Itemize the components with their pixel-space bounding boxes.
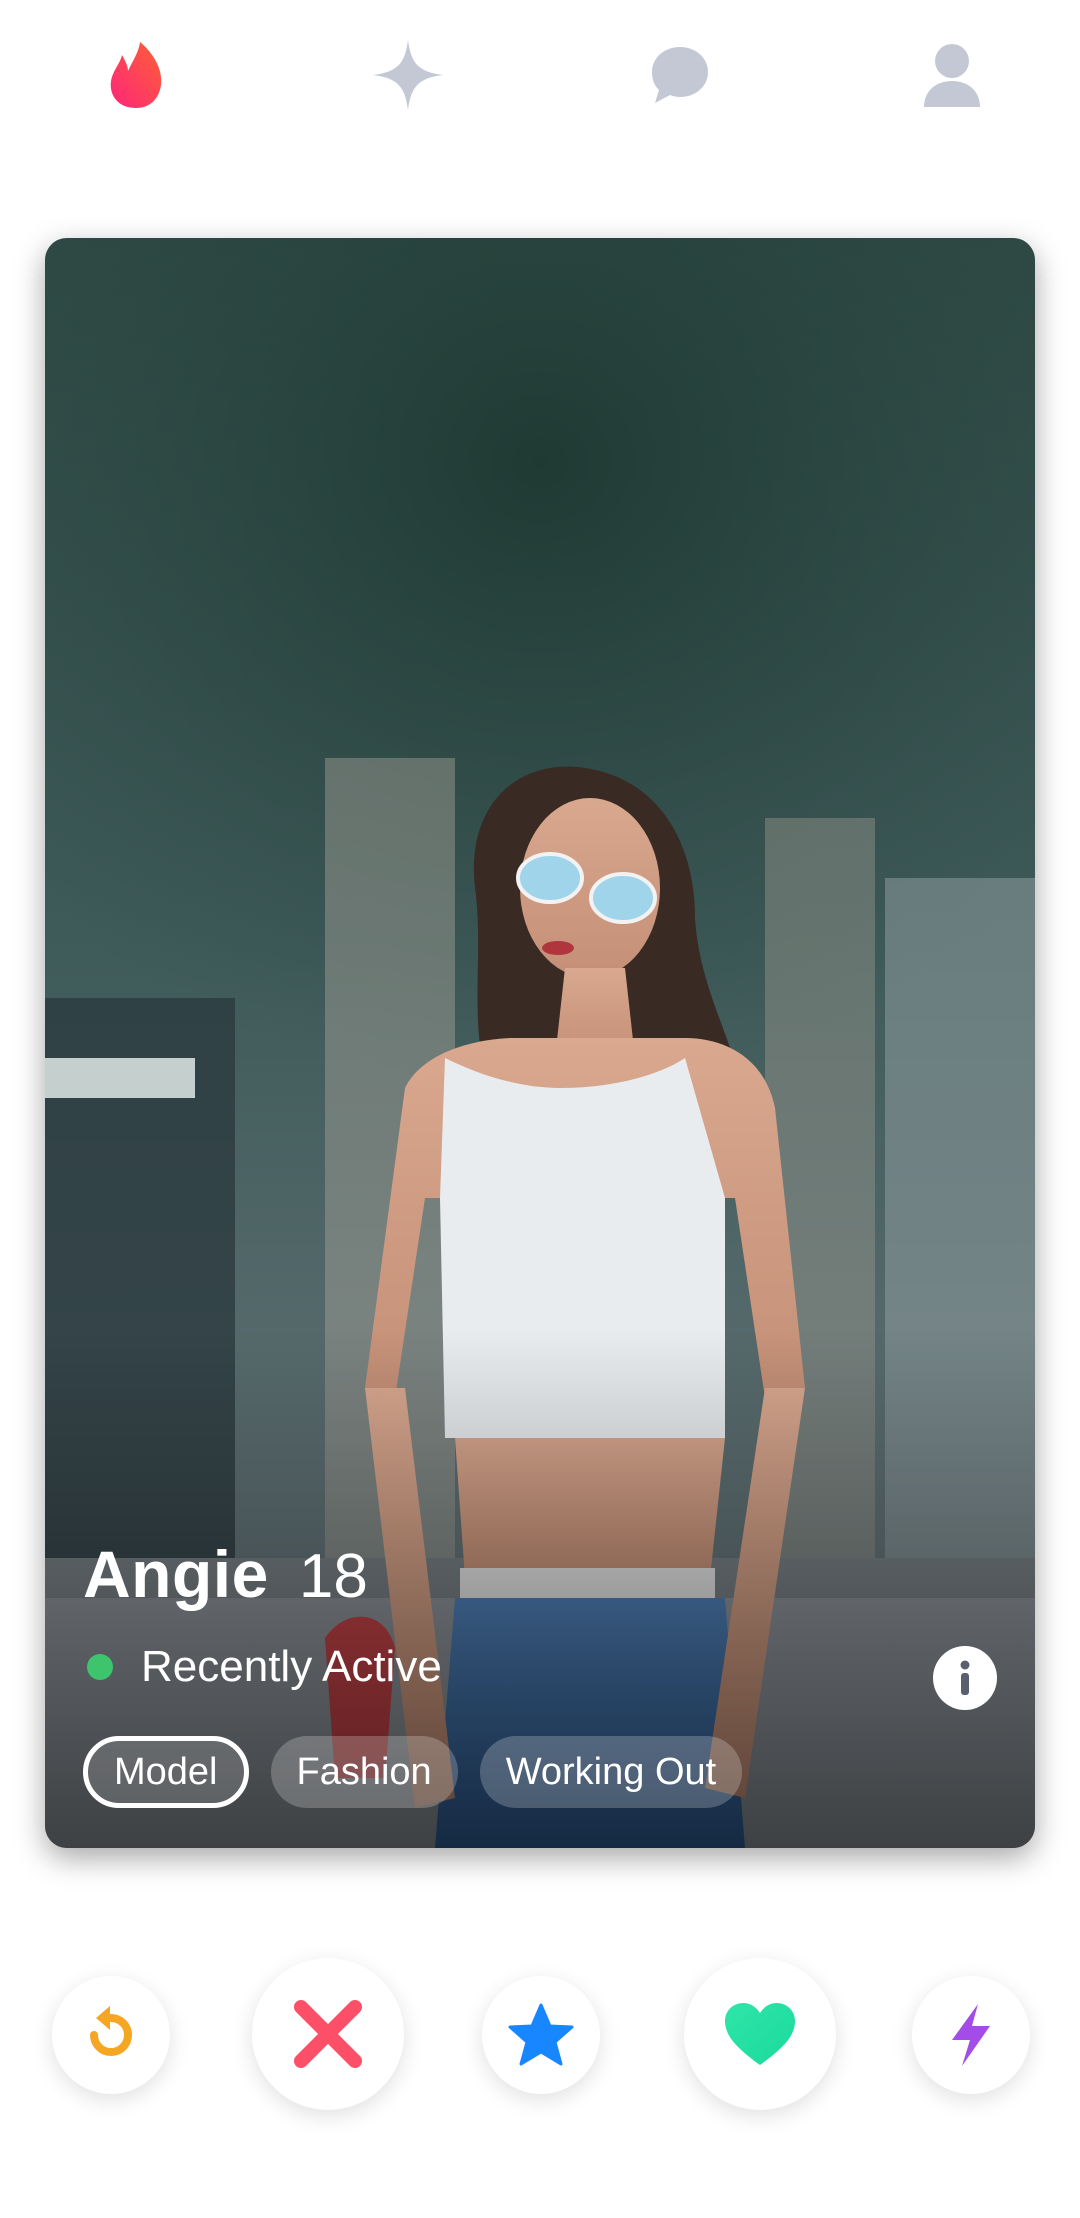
status-row: Recently Active	[83, 1642, 997, 1692]
super-like-star-icon	[508, 2003, 574, 2066]
action-bar	[0, 1950, 1080, 2120]
nope-button[interactable]	[252, 1958, 404, 2110]
name-row: Angie 18	[83, 1536, 997, 1612]
tag-working-out[interactable]: Working Out	[479, 1736, 743, 1808]
profile-age: 18	[298, 1542, 368, 1611]
rewind-icon	[90, 2006, 132, 2056]
profile-card[interactable]: Angie 18 Recently Active Model Fashion W…	[45, 238, 1035, 1848]
flame-icon	[110, 42, 162, 108]
like-button[interactable]	[684, 1958, 836, 2110]
nav-discover[interactable]	[96, 35, 176, 115]
status-text: Recently Active	[141, 1642, 442, 1691]
nav-messages[interactable]	[640, 35, 720, 115]
profile-info: Angie 18 Recently Active Model Fashion W…	[83, 1536, 997, 1808]
nope-x-icon	[294, 2000, 362, 2068]
tag-model[interactable]: Model	[83, 1736, 249, 1808]
like-heart-icon	[725, 2003, 795, 2065]
active-status-dot	[87, 1654, 113, 1680]
nav-profile[interactable]	[912, 35, 992, 115]
profile-name: Angie	[83, 1537, 269, 1611]
tag-fashion[interactable]: Fashion	[270, 1736, 458, 1808]
sparkle-icon	[373, 40, 443, 110]
chat-icon	[652, 47, 708, 103]
nav-explore[interactable]	[368, 35, 448, 115]
rewind-button[interactable]	[52, 1976, 170, 2094]
profile-icon	[924, 44, 980, 107]
top-nav	[0, 0, 1080, 150]
super-like-button[interactable]	[482, 1976, 600, 2094]
interest-tags: Model Fashion Working Out	[83, 1736, 997, 1808]
boost-button[interactable]	[912, 1976, 1030, 2094]
app-root: Angie 18 Recently Active Model Fashion W…	[0, 0, 1080, 2218]
boost-bolt-icon	[952, 2004, 990, 2066]
